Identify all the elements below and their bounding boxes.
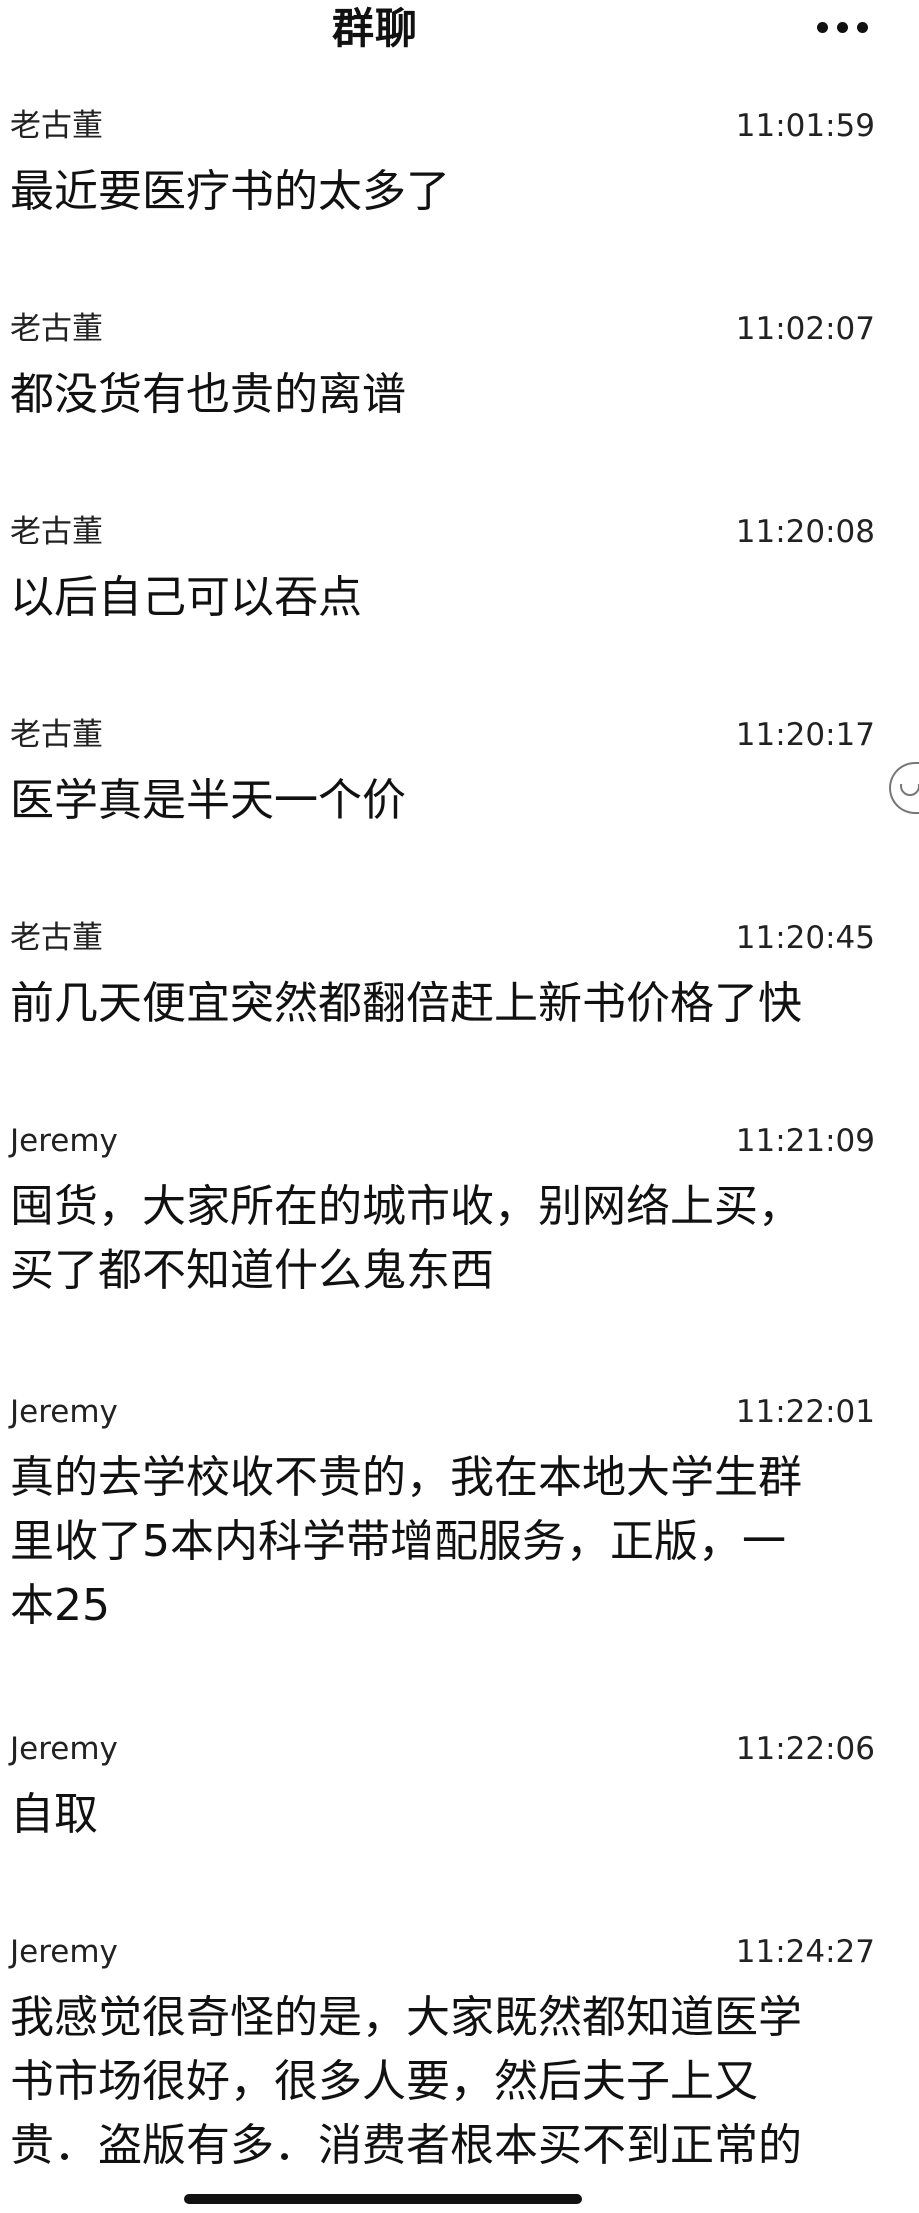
message-sender: 老古董 [10, 311, 103, 347]
message-text: 我感觉很奇怪的是，大家既然都知道医学 书市场很好，很多人要，然后夫子上又 贵．盗… [10, 1992, 802, 2171]
message-text: 最近要医疗书的太多了 [10, 166, 450, 217]
message-sender: Jeremy [10, 1934, 118, 1970]
message-text: 囤货，大家所在的城市收，别网络上买， 买了都不知道什么鬼东西 [10, 1181, 802, 1296]
message-text: 都没货有也贵的离谱 [10, 369, 406, 420]
message-time: 11:20:17 [735, 717, 875, 753]
home-indicator[interactable] [184, 2194, 582, 2204]
message-sender: Jeremy [10, 1394, 118, 1430]
message-text: 以后自己可以吞点 [10, 572, 362, 623]
message-text: 医学真是半天一个价 [10, 775, 406, 826]
message-sender: 老古董 [10, 717, 103, 753]
message-time: 11:21:09 [735, 1123, 875, 1159]
message-text: 自取 [10, 1789, 98, 1840]
message-time: 11:22:06 [735, 1731, 875, 1767]
message-text: 前几天便宜突然都翻倍赶上新书价格了快 [10, 978, 802, 1029]
message-time: 11:20:08 [735, 514, 875, 550]
message-sender: 老古董 [10, 514, 103, 550]
message-time: 11:02:07 [735, 311, 875, 347]
message-time: 11:20:45 [735, 920, 875, 956]
message-sender: 老古董 [10, 108, 103, 144]
message-text: 真的去学校收不贵的，我在本地大学生群 里收了5本内科学带增配服务，正版，一 本2… [10, 1452, 802, 1631]
message-sender: Jeremy [10, 1731, 118, 1767]
message-sender: 老古董 [10, 920, 103, 956]
message-time: 11:01:59 [735, 108, 875, 144]
message-sender: Jeremy [10, 1123, 118, 1159]
message-list: 老古董 11:01:59 最近要医疗书的太多了 老古董 11:02:07 都没货… [0, 0, 919, 2213]
message-time: 11:24:27 [735, 1934, 875, 1970]
message-time: 11:22:01 [735, 1394, 875, 1430]
